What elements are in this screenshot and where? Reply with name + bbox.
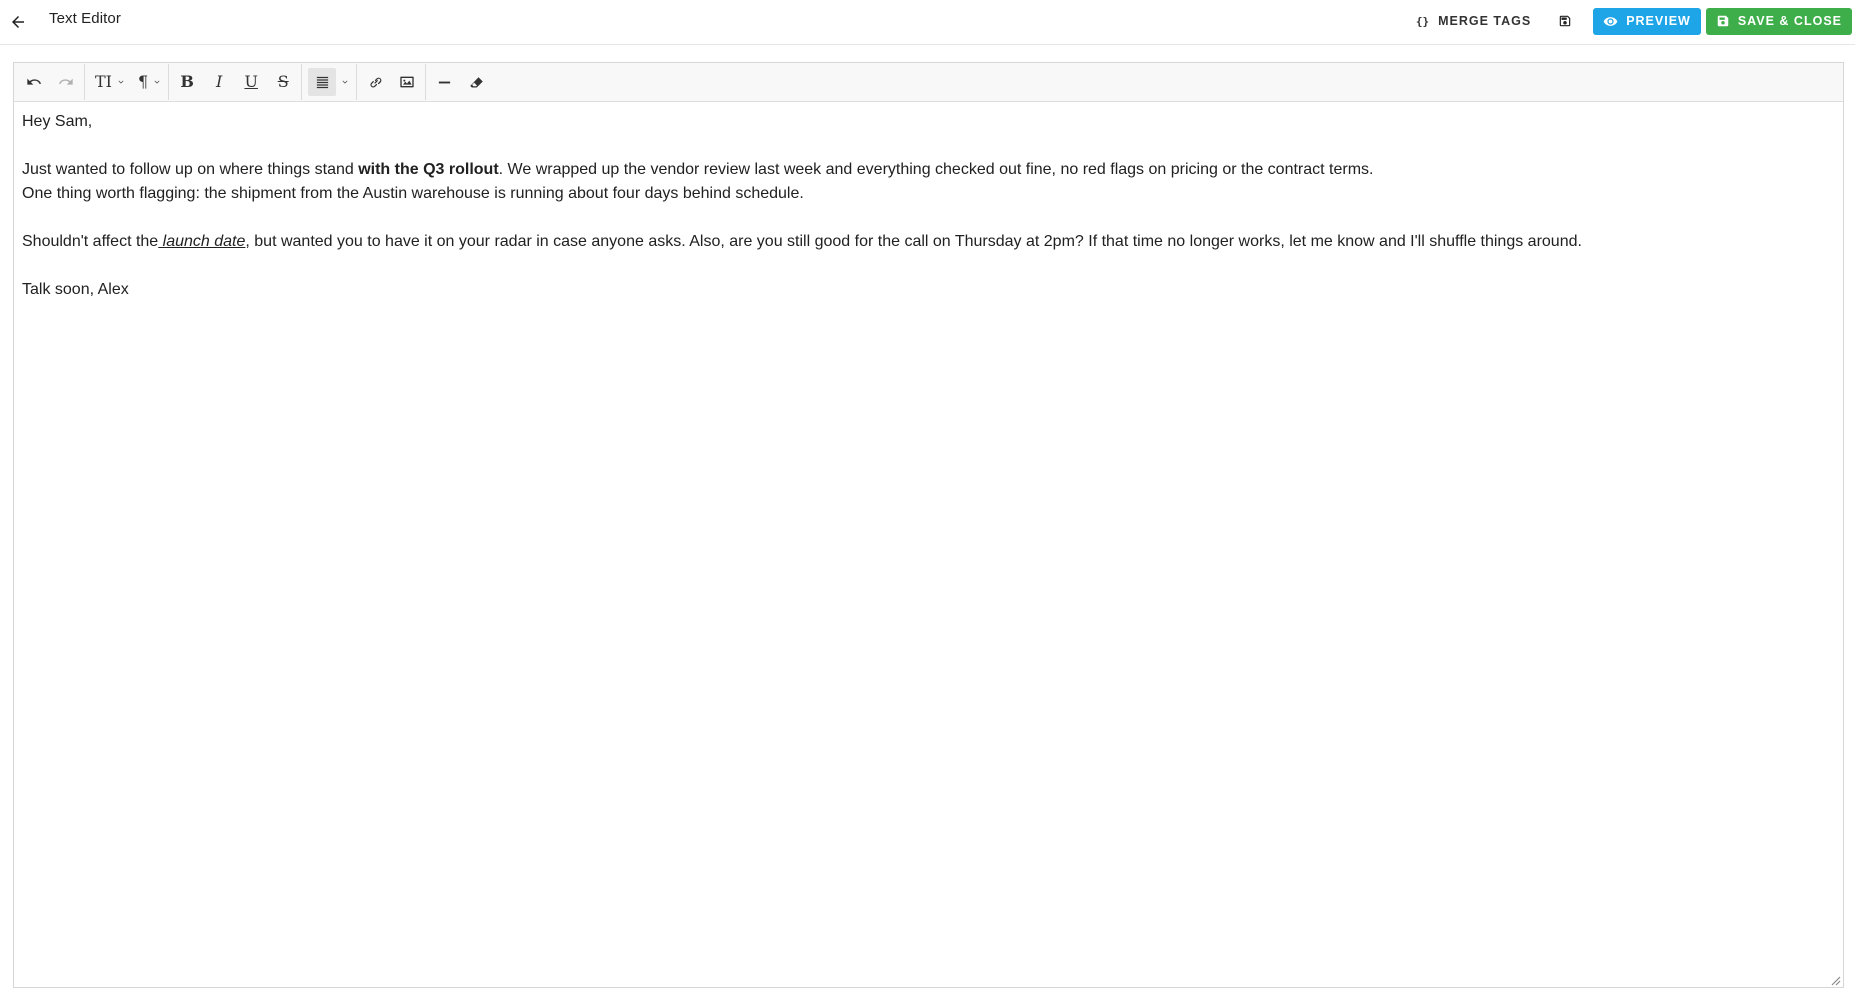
align-justify-icon [308,68,337,96]
editor-toolbar: TI ¶ B I U S [14,63,1843,102]
page-title: Text Editor [49,10,121,27]
eraser-icon [469,76,483,87]
undo-icon [27,78,42,85]
image-icon [400,76,414,88]
bold-button[interactable]: B [171,67,203,98]
resize-grip-icon [1831,976,1841,986]
toolbar-separator [425,64,427,100]
editor-frame: TI ¶ B I U S Hey Sam, Just wanted to fol… [13,62,1844,988]
toolbar-separator [168,64,170,100]
horizontal-rule-icon [438,81,450,83]
content-paragraph-1: Just wanted to follow up on where things… [22,158,1835,182]
pilcrow-icon: ¶ [138,72,149,91]
chevron-down-icon [340,77,350,87]
paragraph-dropdown[interactable]: ¶ [130,67,166,98]
save-and-close-button[interactable]: SAVE & CLOSE [1705,7,1852,35]
preview-button[interactable]: PREVIEW [1593,7,1701,35]
underlined-italic-text: launch date [158,233,246,250]
undo-button[interactable] [18,67,50,98]
text-size-icon: TI [95,72,112,91]
toolbar-separator [301,64,303,100]
italic-icon: I [216,72,223,91]
strikethrough-button[interactable]: S [267,67,299,98]
merge-tags-button[interactable]: {} MERGE TAGS [1410,7,1537,35]
header-actions: {} MERGE TAGS PREVIEW SAVE & CLOSE [1410,7,1852,35]
redo-icon [58,78,73,85]
floppy-disk-icon [1559,15,1571,27]
editor-content[interactable]: Hey Sam, Just wanted to follow up on whe… [14,102,1843,302]
paragraph-1-text-b: . We wrapped up the vendor review last w… [498,161,1374,178]
save-close-label: SAVE & CLOSE [1737,14,1842,28]
chevron-down-icon [116,77,126,87]
insert-image-button[interactable] [391,67,423,98]
paragraph-3-text-b: , but wanted you to have it on your rada… [245,233,1582,250]
back-button[interactable] [4,8,32,36]
header-bar: Text Editor {} MERGE TAGS PREVIEW SAVE &… [0,0,1855,45]
content-paragraph-2: One thing worth flagging: the shipment f… [22,185,804,202]
link-icon [370,77,382,88]
italic-button[interactable]: I [203,67,235,98]
eye-icon [1603,14,1618,29]
text-size-dropdown[interactable]: TI [87,67,130,98]
underline-button[interactable]: U [235,67,267,98]
content-paragraph-3: Shouldn't affect the launch date, but wa… [22,230,1835,254]
clear-format-button[interactable] [460,67,492,98]
content-closing: Talk soon, Alex [22,281,129,298]
align-dropdown[interactable] [304,67,354,98]
bold-icon: B [180,72,194,91]
paragraph-1-text-a: Just wanted to follow up on where things… [22,161,359,178]
strikethrough-icon: S [277,72,289,91]
toolbar-separator [84,64,85,100]
insert-link-button[interactable] [359,67,391,98]
redo-button[interactable] [50,67,82,98]
merge-tags-label: MERGE TAGS [1438,14,1532,28]
save-close-icon [1716,14,1730,28]
braces-icon: {} [1415,14,1430,28]
preview-label: PREVIEW [1626,14,1691,28]
paragraph-3-text-a: Shouldn't affect the [22,233,159,250]
bold-text: with the Q3 rollout [358,161,499,178]
content-greeting: Hey Sam, [22,113,93,130]
toolbar-separator [356,64,358,100]
chevron-down-icon [152,77,162,87]
arrow-left-icon [12,16,24,28]
resize-handle[interactable] [1829,973,1841,986]
horizontal-rule-button[interactable] [428,67,460,98]
underline-icon: U [244,72,258,91]
save-button[interactable] [1551,7,1579,35]
